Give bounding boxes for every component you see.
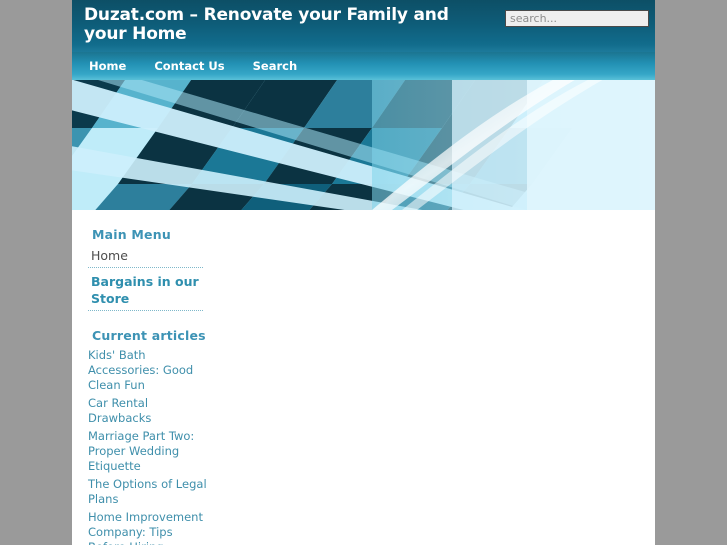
nav-item-contact-us[interactable]: Contact Us (154, 52, 224, 80)
article-link-kids-bath-accessories[interactable]: Kids' Bath Accessories: Good Clean Fun (88, 348, 208, 393)
current-articles-heading: Current articles (92, 328, 206, 343)
sidebar-item-bargains-in-our-store[interactable]: Bargains in our Store (88, 268, 203, 311)
sidebar: Main Menu Home Bargains in our Store Cur… (88, 210, 218, 545)
main-navigation: Home Contact Us Search (72, 52, 655, 80)
main-menu-list: Home Bargains in our Store (88, 242, 203, 311)
article-link-marriage-part-two[interactable]: Marriage Part Two: Proper Wedding Etique… (88, 429, 208, 474)
main-menu-heading: Main Menu (92, 227, 171, 242)
article-link-home-improvement-company[interactable]: Home Improvement Company: Tips Before Hi… (88, 510, 208, 545)
article-link-options-of-legal-plans[interactable]: The Options of Legal Plans (88, 477, 208, 507)
banner-image (72, 80, 655, 210)
nav-list: Home Contact Us Search (72, 52, 655, 80)
article-link-car-rental-drawbacks[interactable]: Car Rental Drawbacks (88, 396, 208, 426)
page-title: Duzat.com – Renovate your Family and you… (84, 5, 449, 44)
content-area: Main Menu Home Bargains in our Store Cur… (72, 210, 655, 545)
page-container: Duzat.com – Renovate your Family and you… (72, 0, 655, 545)
sidebar-item-home[interactable]: Home (88, 242, 203, 268)
nav-item-search[interactable]: Search (253, 52, 298, 80)
search-input[interactable] (505, 10, 649, 27)
site-header: Duzat.com – Renovate your Family and you… (72, 0, 655, 52)
nav-item-home[interactable]: Home (89, 52, 126, 80)
current-articles-list: Kids' Bath Accessories: Good Clean Fun C… (88, 343, 208, 545)
